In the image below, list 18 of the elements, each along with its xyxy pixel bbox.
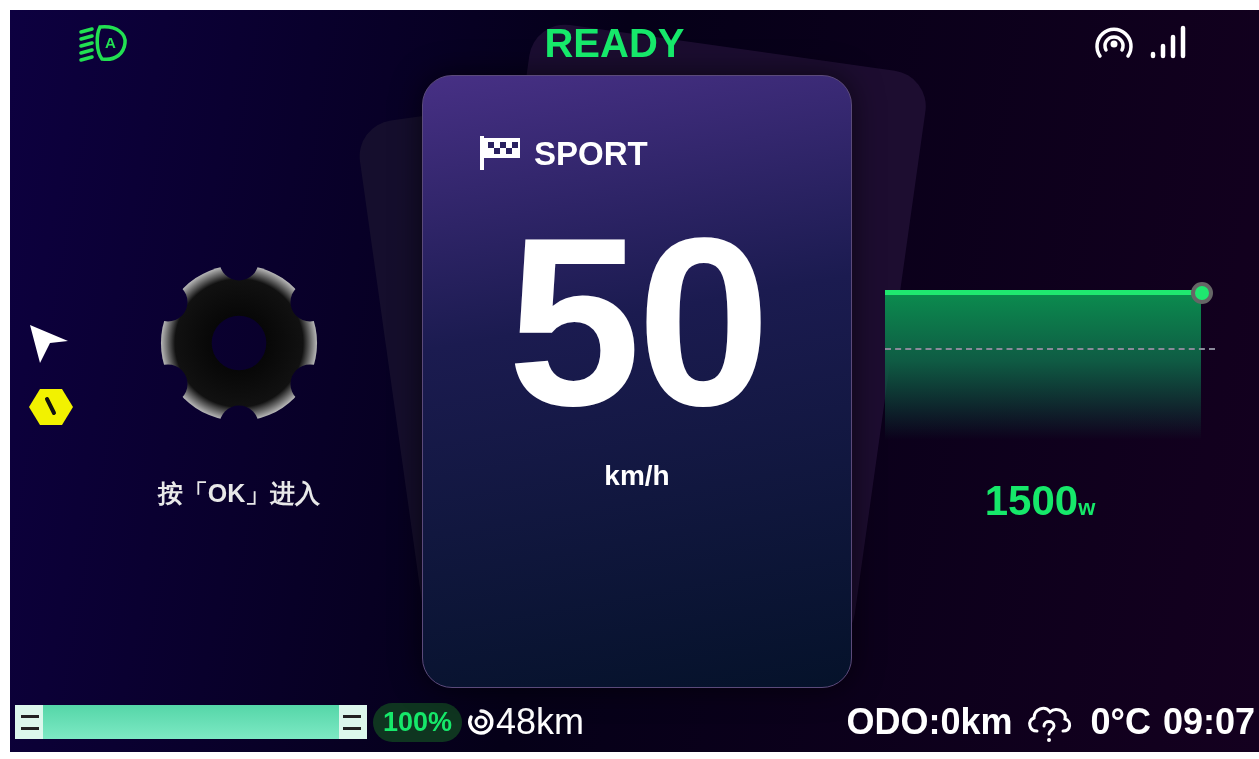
range-value: 48km (496, 704, 585, 740)
headlight-letter: A (105, 34, 116, 50)
drive-mode-label: SPORT (534, 136, 648, 170)
warning-hexagon-icon (28, 387, 74, 427)
temperature: 0°C (1090, 704, 1151, 740)
battery-percent: 100% (373, 702, 463, 742)
ready-status: READY (544, 22, 685, 63)
settings-prompt: 按「OK」进入 (157, 478, 321, 509)
power-value: 1500 (984, 480, 1079, 522)
clock-time: 09:07 (1162, 704, 1255, 740)
navigation-arrow-icon (28, 323, 70, 365)
range-icon (466, 707, 497, 737)
power-unit: w (1078, 497, 1096, 519)
speed-unit: km/h (604, 462, 670, 490)
speed-value: 50 (507, 222, 767, 422)
headlight-icon (78, 22, 128, 63)
checkered-flag-icon (478, 134, 522, 172)
odometer: ODO:0km (846, 704, 1013, 740)
